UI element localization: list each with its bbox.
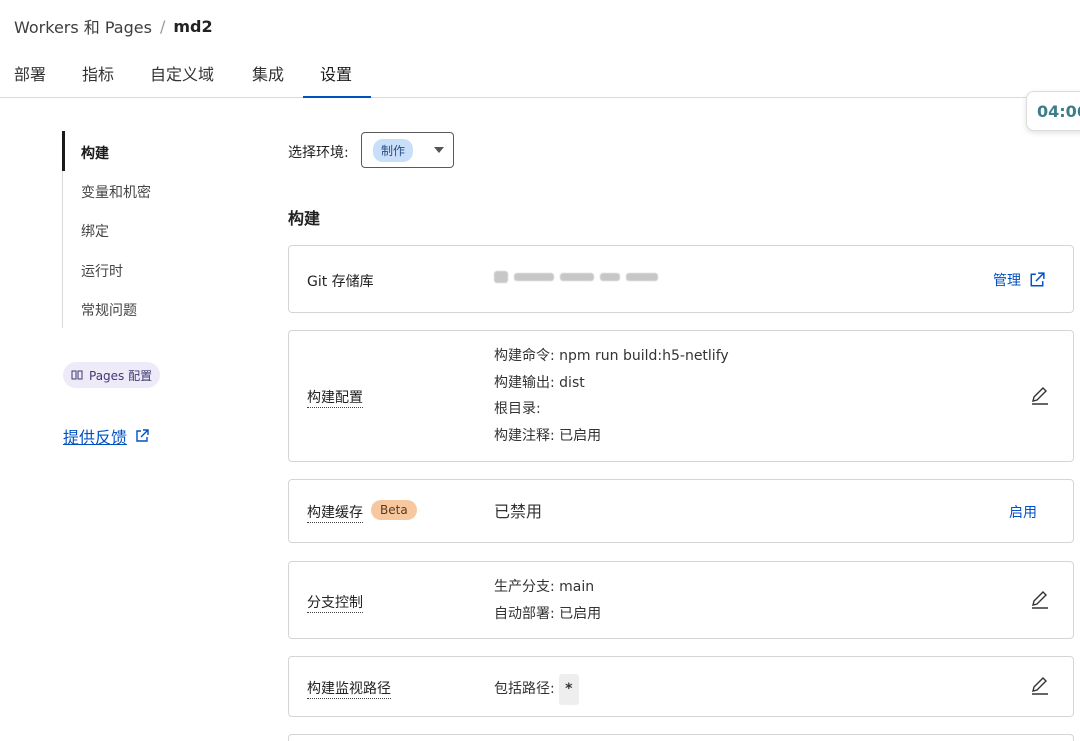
tab-bar: 部署 指标 自定义域 集成 设置: [0, 58, 1080, 98]
edit-pencil-icon[interactable]: [1030, 386, 1050, 406]
build-cache-card: 构建缓存 Beta 已禁用 启用: [288, 479, 1074, 543]
build-cache-label[interactable]: 构建缓存: [307, 502, 363, 523]
edit-pencil-icon[interactable]: [1030, 676, 1050, 696]
git-repo-label: Git 存储库: [307, 274, 374, 290]
build-output: 构建输出: dist: [494, 374, 585, 391]
beta-badge: Beta: [371, 500, 417, 520]
build-command: 构建命令: npm run build:h5-netlify: [494, 348, 729, 364]
environment-chip: 制作: [373, 138, 414, 162]
book-icon: [71, 370, 83, 380]
build-config-details: 构建命令: npm run build:h5-netlify 构建输出: dis…: [494, 343, 729, 449]
branch-control-card: 分支控制 生产分支: main 自动部署: 已启用: [288, 561, 1074, 639]
environment-label: 选择环境:: [288, 145, 349, 161]
breadcrumb-parent[interactable]: Workers 和 Pages: [14, 14, 152, 38]
repo-name-redacted: [494, 271, 658, 283]
tab-metrics[interactable]: 指标: [82, 58, 114, 98]
branch-details: 生产分支: main 自动部署: 已启用: [494, 574, 601, 627]
tab-custom-domains[interactable]: 自定义域: [150, 58, 214, 98]
settings-sidenav: 构建 变量和机密 绑定 运行时 常规问题: [62, 131, 222, 328]
include-paths-label: 包括路径:: [494, 681, 555, 697]
time-indicator: 04:06: [1026, 91, 1080, 131]
sidenav-item-runtime[interactable]: 运行时: [81, 261, 123, 281]
pages-config-label: Pages 配置: [89, 368, 153, 383]
breadcrumb: Workers 和 Pages / md2: [14, 14, 213, 38]
breadcrumb-current: md2: [173, 16, 213, 36]
sidenav-item-general[interactable]: 常规问题: [81, 300, 137, 320]
build-config-card: 构建配置 构建命令: npm run build:h5-netlify 构建输出…: [288, 330, 1074, 462]
watch-paths-card: 构建监视路径 包括路径: *: [288, 656, 1074, 717]
section-title: 构建: [288, 209, 321, 228]
build-cache-status: 已禁用: [494, 502, 543, 521]
next-card-partial: [288, 734, 1074, 741]
git-repo-card: Git 存储库 管理: [288, 245, 1074, 313]
build-comments: 构建注释: 已启用: [494, 427, 602, 444]
sidenav-item-build[interactable]: 构建: [81, 143, 109, 163]
caret-down-icon: [434, 147, 444, 153]
include-paths-value: *: [559, 674, 579, 705]
auto-deploy: 自动部署: 已启用: [494, 605, 602, 622]
external-link-icon: [136, 429, 149, 442]
pages-config-badge[interactable]: Pages 配置: [63, 362, 161, 388]
external-link-icon: [1030, 272, 1045, 287]
enable-cache-button[interactable]: 启用: [1009, 502, 1037, 522]
sidenav-item-bindings[interactable]: 绑定: [81, 221, 109, 241]
root-directory: 根目录:: [494, 401, 541, 417]
build-config-label[interactable]: 构建配置: [307, 387, 363, 408]
environment-select[interactable]: 制作: [361, 132, 454, 168]
manage-link[interactable]: 管理: [993, 270, 1045, 290]
breadcrumb-separator: /: [159, 16, 166, 36]
tab-settings[interactable]: 设置: [303, 58, 371, 98]
branch-control-label[interactable]: 分支控制: [307, 592, 363, 613]
production-branch: 生产分支: main: [494, 579, 595, 595]
tab-deployments[interactable]: 部署: [14, 58, 46, 98]
sidenav-item-variables-secrets[interactable]: 变量和机密: [81, 182, 151, 202]
watch-paths-details: 包括路径: *: [494, 674, 579, 705]
feedback-label: 提供反馈: [63, 428, 128, 447]
edit-pencil-icon[interactable]: [1030, 590, 1050, 610]
manage-label: 管理: [993, 273, 1021, 289]
nav-active-indicator: [62, 131, 65, 171]
watch-paths-label[interactable]: 构建监视路径: [307, 678, 391, 699]
feedback-link[interactable]: 提供反馈: [63, 424, 149, 448]
tab-integrations[interactable]: 集成: [252, 58, 284, 98]
